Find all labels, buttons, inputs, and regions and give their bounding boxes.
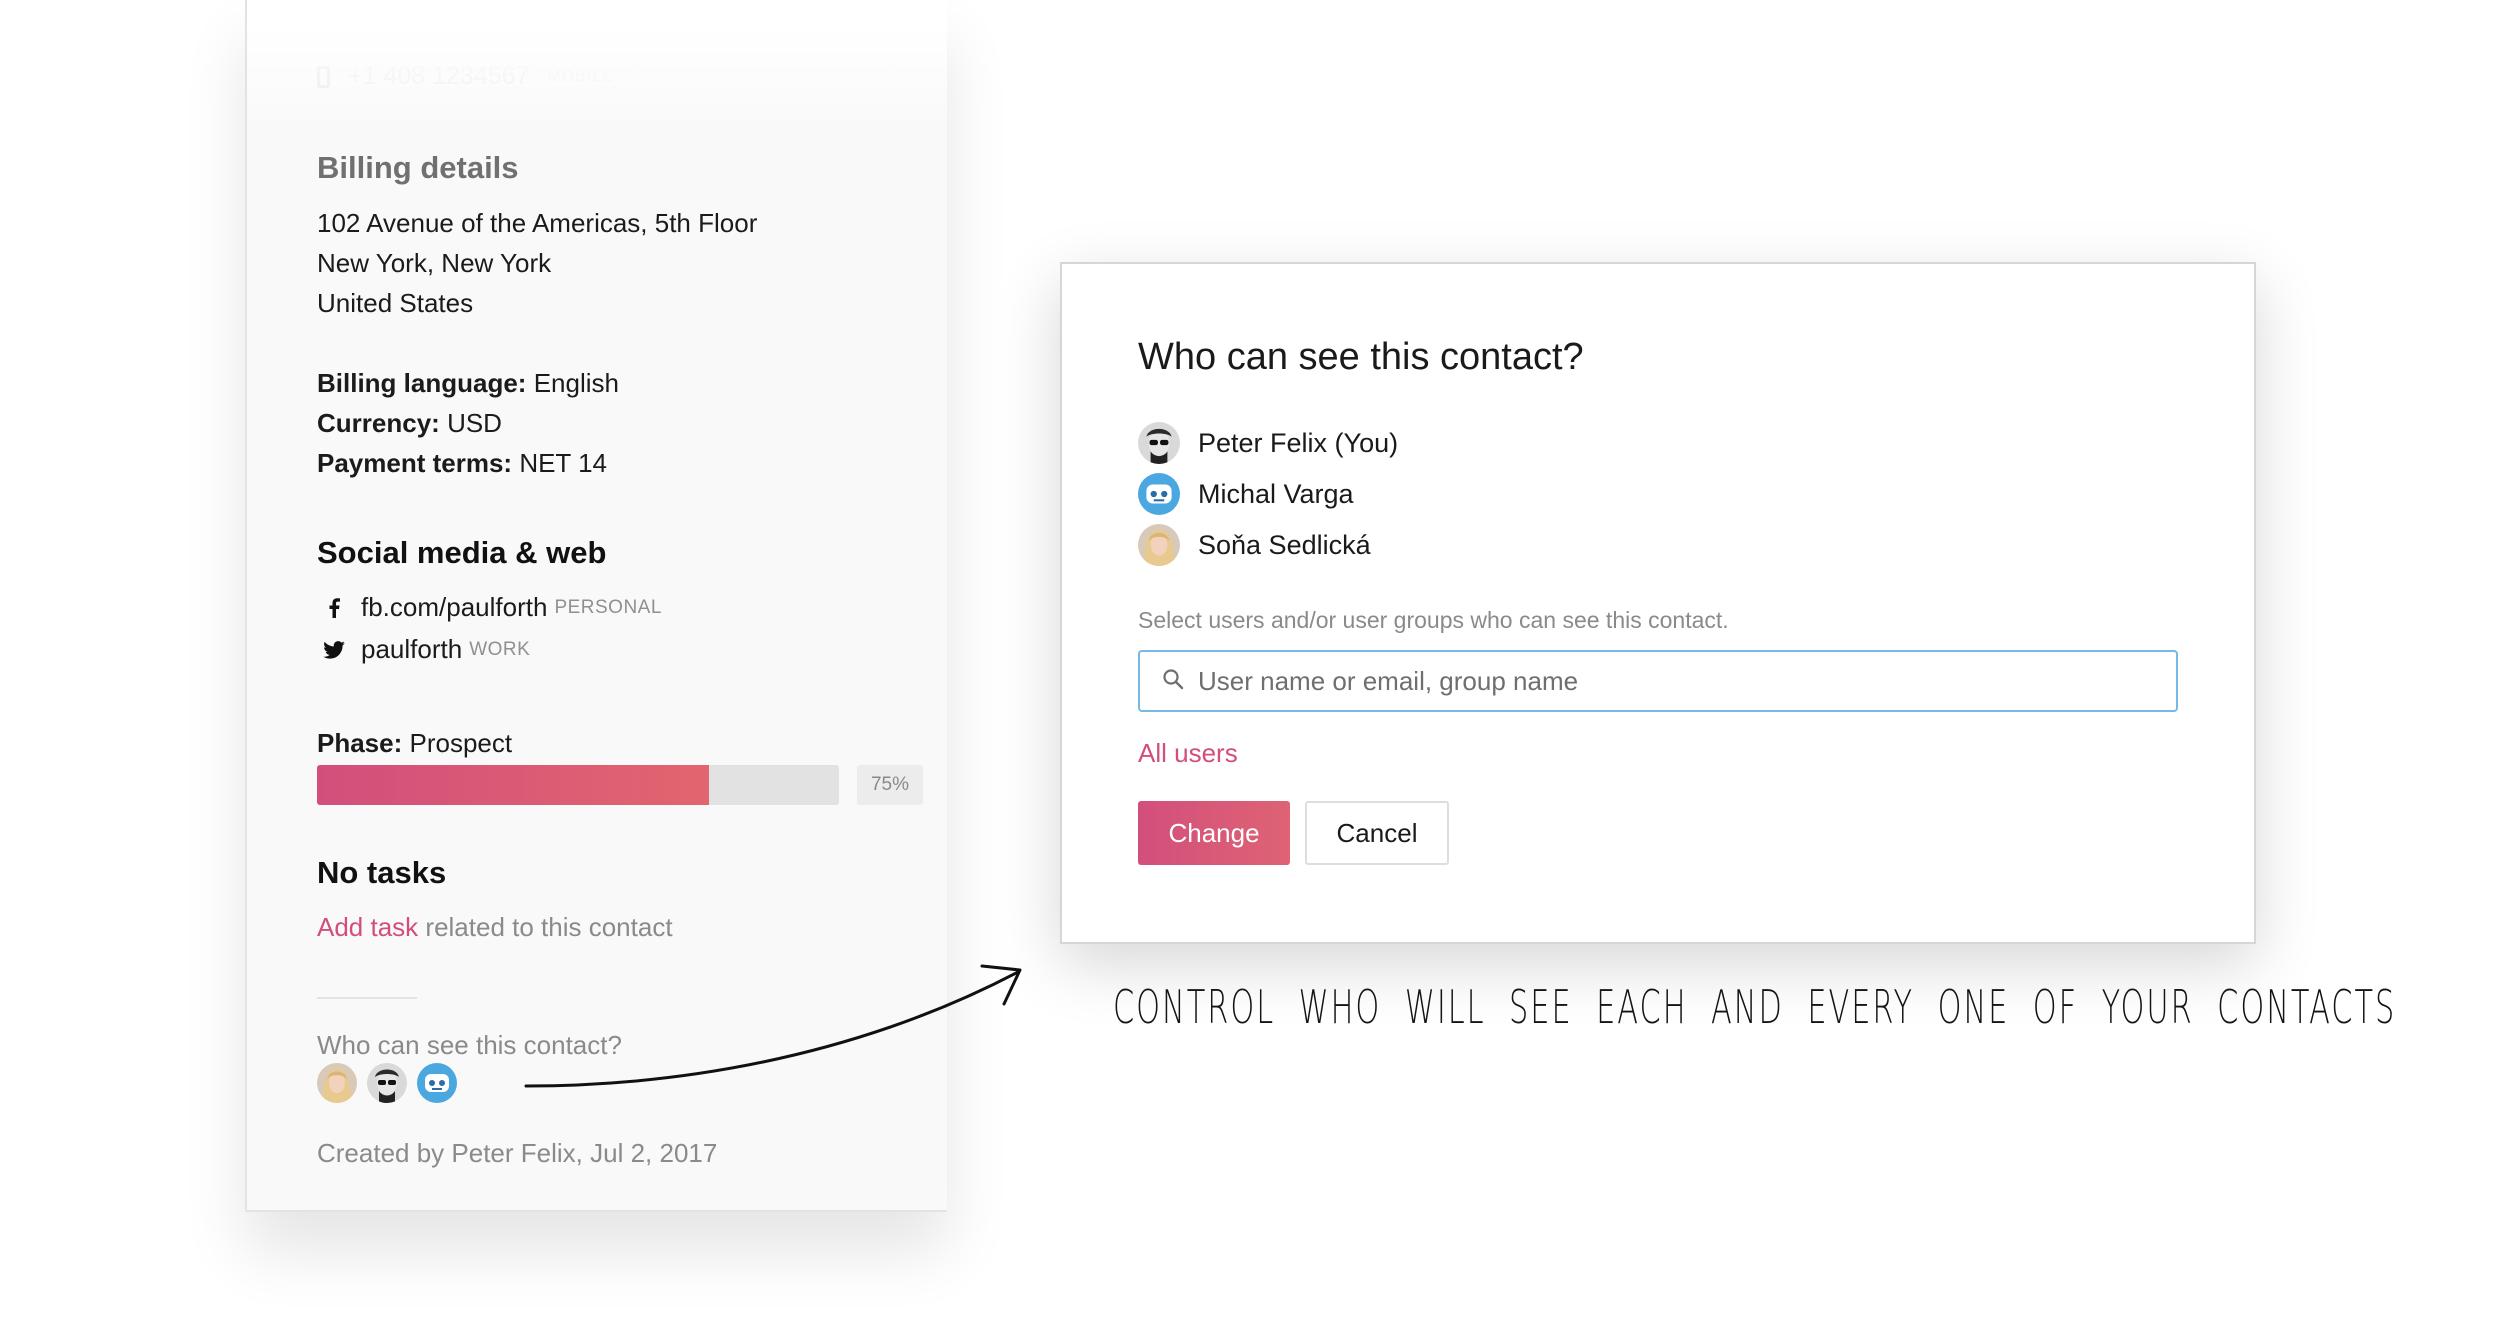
user-item-michal-varga: Michal Varga	[1138, 473, 1354, 515]
user-search-box[interactable]	[1138, 650, 2178, 712]
billing-address-line-2: New York, New York	[317, 248, 552, 278]
robot-avatar[interactable]	[417, 1063, 457, 1103]
facebook-handle[interactable]: fb.com/paulforth	[361, 592, 547, 623]
twitter-icon	[323, 639, 345, 661]
billing-details-title: Billing details	[317, 150, 519, 185]
user-name: Michal Varga	[1198, 478, 1354, 509]
social-item-twitter[interactable]: paulforth WORK	[317, 634, 530, 665]
billing-language-label: Billing language:	[317, 368, 527, 398]
payment-terms-row: Payment terms: NET 14	[317, 448, 607, 479]
phase-progress-fill	[317, 765, 709, 805]
feature-caption: CONTROL WHO WILL SEE EACH AND EVERY ONE …	[1113, 980, 2397, 1034]
phase-row: Phase: Prospect	[317, 728, 512, 759]
phase-label: Phase:	[317, 728, 403, 758]
divider	[317, 997, 417, 999]
user-item-peter-felix: Peter Felix (You)	[1138, 422, 1398, 464]
user-name: Soňa Sedlická	[1198, 529, 1371, 560]
currency-label: Currency:	[317, 408, 440, 438]
twitter-tag: WORK	[469, 638, 531, 660]
payment-terms-label: Payment terms:	[317, 448, 513, 478]
facebook-tag: PERSONAL	[554, 596, 662, 618]
pointer-arrow	[524, 964, 1022, 1088]
blonde-woman-avatar	[1138, 524, 1180, 566]
phone-row: +1 408 1234567 MOBILE	[317, 62, 614, 91]
billing-address-line-3: United States	[317, 288, 474, 318]
twitter-handle[interactable]: paulforth	[361, 634, 462, 665]
dialog-title: Who can see this contact?	[1138, 336, 1584, 378]
billing-language-value: English	[533, 368, 619, 398]
mobile-phone-icon	[317, 65, 330, 88]
user-search-input[interactable]	[1196, 664, 2160, 698]
visibility-avatars[interactable]	[317, 1063, 457, 1103]
currency-row: Currency: USD	[317, 408, 502, 439]
add-task-link[interactable]: Add task	[317, 912, 418, 942]
created-by: Created by Peter Felix, Jul 2, 2017	[317, 1138, 718, 1168]
currency-value: USD	[447, 408, 502, 438]
phase-progress-percent: 75%	[857, 765, 923, 805]
cancel-button[interactable]: Cancel	[1305, 801, 1449, 865]
facebook-icon	[323, 597, 345, 619]
search-icon	[1162, 668, 1184, 695]
all-users-link[interactable]: All users	[1138, 738, 1238, 769]
visibility-dialog: Who can see this contact? Peter Felix (Y…	[1060, 262, 2256, 944]
billing-language-row: Billing language: English	[317, 368, 619, 399]
man-sunglasses-avatar	[1138, 422, 1180, 464]
user-name: Peter Felix (You)	[1198, 427, 1399, 458]
add-task-row: Add task related to this contact	[317, 912, 673, 943]
change-button[interactable]: Change	[1138, 801, 1290, 865]
social-item-facebook[interactable]: fb.com/paulforth PERSONAL	[317, 592, 662, 623]
robot-avatar	[1138, 473, 1180, 515]
billing-address-line-1: 102 Avenue of the Americas, 5th Floor	[317, 208, 758, 238]
tasks-title: No tasks	[317, 855, 447, 890]
payment-terms-value: NET 14	[519, 448, 607, 478]
social-media-title: Social media & web	[317, 535, 607, 570]
phase-progress-bar[interactable]	[317, 765, 839, 805]
user-item-sona-sedlicka: Soňa Sedlická	[1138, 524, 1371, 566]
dialog-hint: Select users and/or user groups who can …	[1138, 607, 1729, 633]
blonde-woman-avatar[interactable]	[317, 1063, 357, 1103]
man-sunglasses-avatar[interactable]	[367, 1063, 407, 1103]
phone-type-tag: MOBILE	[547, 67, 614, 85]
phone-number: +1 408 1234567	[348, 62, 530, 90]
add-task-suffix: related to this contact	[425, 912, 673, 942]
phase-value: Prospect	[409, 728, 513, 758]
